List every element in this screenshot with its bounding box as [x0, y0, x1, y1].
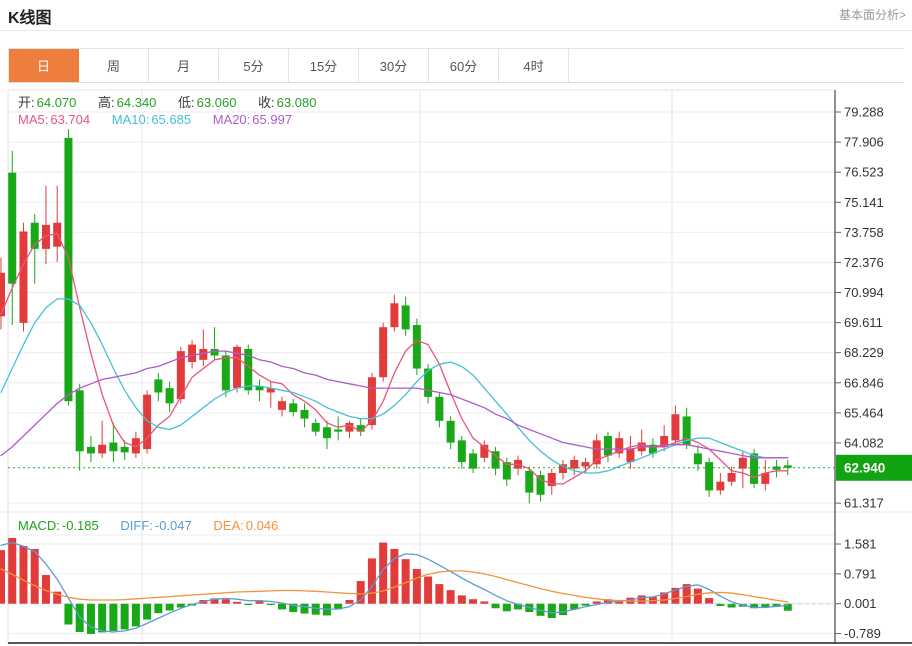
high-label: 高: — [98, 95, 115, 110]
close-label: 收: — [258, 95, 275, 110]
current-price-value: 62.940 — [844, 460, 885, 475]
dea-label: DEA: — [213, 518, 243, 533]
svg-text:61.317: 61.317 — [844, 496, 884, 511]
ma10-value: 65.685 — [151, 112, 191, 127]
svg-text:0.001: 0.001 — [844, 596, 877, 611]
ma5-value: 63.704 — [50, 112, 90, 127]
ma10-label: MA10: — [112, 112, 150, 127]
svg-text:66.846: 66.846 — [844, 375, 884, 390]
svg-text:76.523: 76.523 — [844, 165, 884, 180]
svg-text:70.994: 70.994 — [844, 285, 884, 300]
ma5-label: MA5: — [18, 112, 48, 127]
svg-text:79.288: 79.288 — [844, 105, 884, 120]
ma20-label: MA20: — [213, 112, 251, 127]
svg-text:65.464: 65.464 — [844, 405, 884, 420]
svg-text:0.791: 0.791 — [844, 566, 877, 581]
open-label: 开: — [18, 95, 35, 110]
macd-label: MACD: — [18, 518, 60, 533]
svg-text:68.229: 68.229 — [844, 345, 884, 360]
high-value: 64.340 — [117, 95, 157, 110]
svg-text:1.581: 1.581 — [844, 537, 877, 552]
svg-text:69.611: 69.611 — [844, 315, 883, 330]
ma20-value: 65.997 — [252, 112, 292, 127]
ohlc-info-row: 开:64.070 高:64.340 低:63.060 收:63.080 — [18, 92, 318, 111]
open-value: 64.070 — [37, 95, 77, 110]
macd-info-row: MACD:-0.185 DIFF:-0.047 DEA:0.046 — [18, 518, 280, 533]
svg-text:-0.789: -0.789 — [844, 626, 881, 641]
diff-value: -0.047 — [155, 518, 192, 533]
svg-text:64.082: 64.082 — [844, 435, 884, 450]
svg-text:72.376: 72.376 — [844, 255, 884, 270]
diff-label: DIFF: — [120, 518, 153, 533]
close-value: 63.080 — [277, 95, 317, 110]
ma-info-row: MA5:63.704 MA10:65.685 MA20:65.997 — [18, 112, 294, 127]
macd-value: -0.185 — [62, 518, 99, 533]
low-label: 低: — [178, 95, 195, 110]
svg-text:77.906: 77.906 — [844, 135, 884, 150]
dea-value: 0.046 — [246, 518, 279, 533]
svg-text:75.141: 75.141 — [844, 195, 884, 210]
svg-text:73.758: 73.758 — [844, 225, 884, 240]
low-value: 63.060 — [197, 95, 237, 110]
